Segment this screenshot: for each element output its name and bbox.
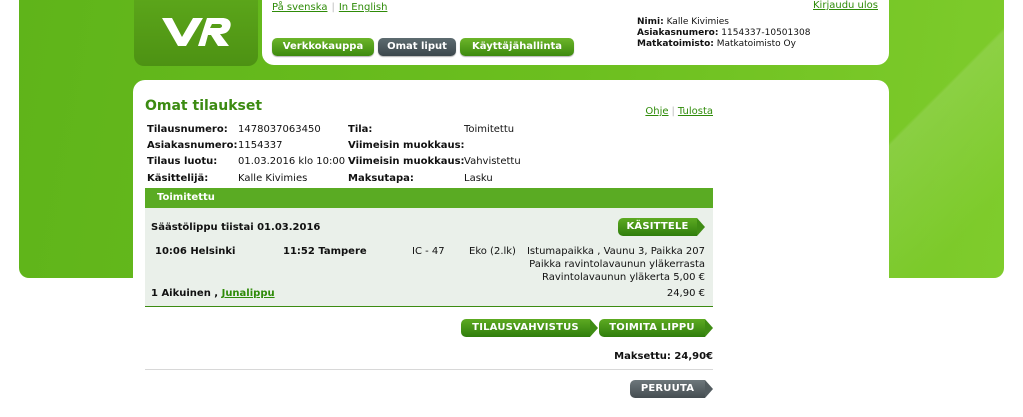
passenger-line: 1 Aikuinen , Junalippu	[151, 288, 275, 299]
order-created-label: Tilaus luotu:	[147, 156, 218, 167]
modified-label-1: Viimeisin muokkaus:	[348, 140, 465, 151]
ticket-type-link[interactable]: Junalippu	[222, 288, 275, 299]
order-created: 01.03.2016 klo 10:00	[238, 156, 346, 167]
cancel-button[interactable]: PERUUTA	[630, 380, 713, 398]
modified-value-2: Vahvistettu	[464, 156, 521, 167]
paid-amount: Maksettu: 24,90€	[614, 351, 713, 362]
ticket-price: 24,90 €	[666, 288, 705, 299]
seat-note: Paikka ravintolavaunun yläkerrasta	[529, 259, 705, 270]
help-link[interactable]: Ohje	[645, 106, 668, 117]
logout-link[interactable]: Kirjaudu ulos	[813, 0, 878, 11]
seat-info: Istumapaikka , Vaunu 3, Paikka 207	[526, 246, 705, 257]
extra-service: Ravintolavaunun yläkerta 5,00 €	[542, 272, 705, 283]
user-customer-number: 1154337-10501308	[721, 28, 811, 38]
passengers: 1 Aikuinen ,	[151, 288, 219, 299]
vr-logo[interactable]	[134, 0, 258, 66]
nav-user-management-button[interactable]: Käyttäjähallinta	[460, 38, 574, 56]
payment-value: Lasku	[464, 173, 493, 184]
train-number: IC - 47	[412, 246, 445, 257]
customer-number-label: Asiakasnumero:	[147, 140, 238, 151]
main-panel: Omat tilaukset Ohje | Tulosta Tilausnumero…	[133, 80, 889, 417]
status-value: Toimitettu	[464, 124, 515, 135]
user-name: Kalle Kivimies	[666, 17, 729, 27]
delivered-section: Toimitettu Säästölippu tiistai 01.03.201…	[145, 188, 713, 307]
departure: 10:06 Helsinki	[155, 246, 236, 257]
order-number-label: Tilausnumero:	[147, 124, 228, 135]
header-panel: På svenska | In English Kirjaudu ulos Nimi…	[262, 0, 889, 65]
vr-logo-icon	[162, 18, 231, 46]
user-info: Nimi: Kalle Kivimies Asiakasnumero: 1154…	[637, 17, 810, 50]
print-link[interactable]: Tulosta	[678, 106, 713, 117]
delivered-header-label: Toimitettu	[157, 192, 215, 203]
customer-number: 1154337	[238, 140, 283, 151]
user-name-label: Nimi:	[637, 17, 664, 27]
nav-my-tickets-button[interactable]: Omat liput	[378, 38, 456, 56]
user-agency: Matkatoimisto Oy	[716, 39, 796, 49]
order-confirmation-button[interactable]: TILAUSVAHVISTUS	[461, 319, 598, 337]
modified-label-2: Viimeisin muokkaus:	[348, 156, 465, 167]
handler: Kalle Kivimies	[238, 173, 308, 184]
payment-label: Maksutapa:	[348, 173, 414, 184]
process-button[interactable]: KÄSITTELE	[618, 218, 705, 236]
user-customer-label: Asiakasnumero:	[637, 28, 719, 38]
page-title: Omat tilaukset	[145, 98, 263, 114]
nav-webshop-button[interactable]: Verkkokauppa	[272, 38, 374, 56]
order-number: 1478037063450	[238, 124, 321, 135]
travel-class: Eko (2.lk)	[469, 246, 516, 257]
delivered-section-header: Toimitettu	[145, 188, 713, 208]
page-links: Ohje | Tulosta	[645, 106, 713, 117]
arrival: 11:52 Tampere	[283, 246, 367, 257]
ticket-title: Säästölippu tiistai 01.03.2016	[151, 222, 321, 233]
user-agency-label: Matkatoimisto:	[637, 39, 714, 49]
handler-label: Käsittelijä:	[147, 173, 209, 184]
lang-swedish-link[interactable]: På svenska	[272, 2, 327, 13]
language-switcher: På svenska | In English	[272, 2, 387, 13]
deliver-ticket-button[interactable]: TOIMITA LIPPU	[599, 319, 713, 337]
actions-divider	[145, 369, 713, 370]
lang-english-link[interactable]: In English	[339, 2, 388, 13]
links-separator: |	[671, 106, 675, 117]
status-label: Tila:	[348, 124, 373, 135]
lang-separator: |	[331, 2, 335, 13]
